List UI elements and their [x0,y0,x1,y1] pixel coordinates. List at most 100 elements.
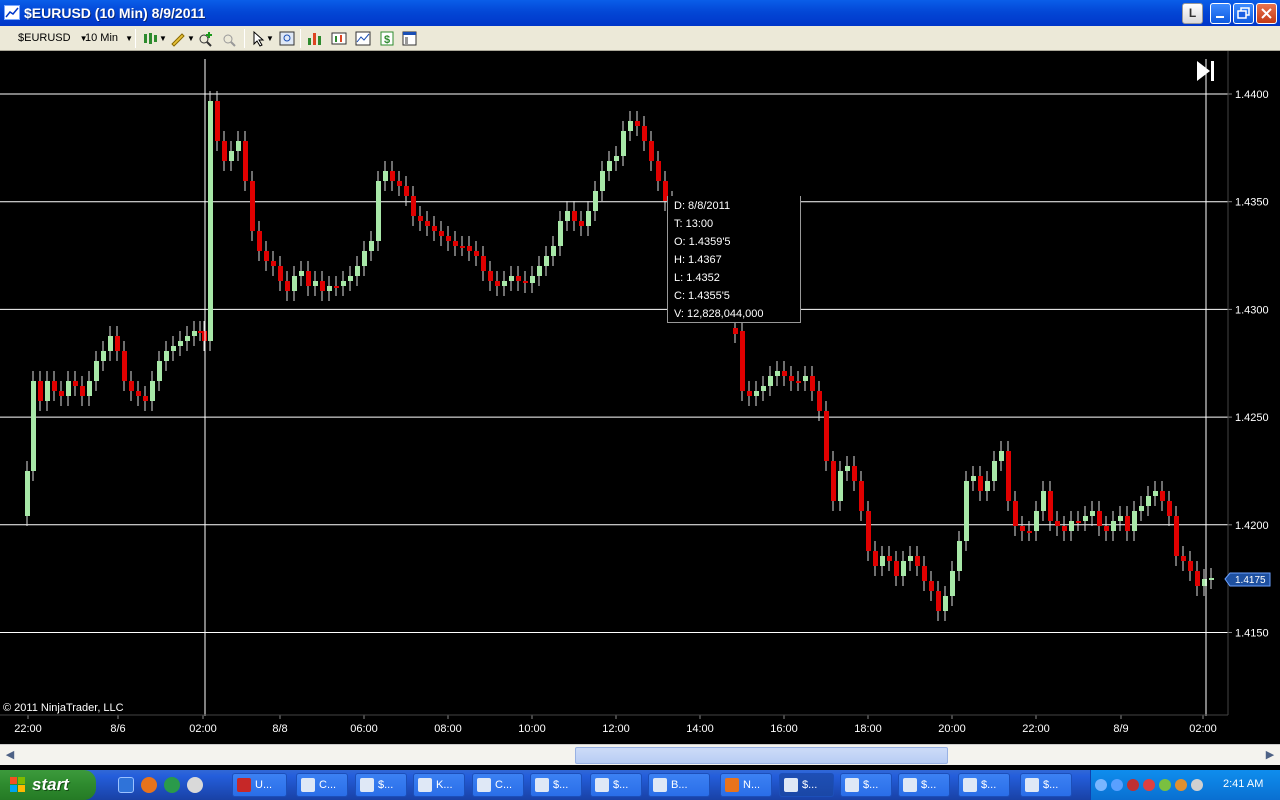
candle-body [1097,511,1102,526]
candle-body [362,251,367,266]
candle-body [999,451,1004,461]
horizontal-scrollbar[interactable]: ◀ ▶ [0,744,1280,765]
candle-body [600,171,605,191]
data-box-icon[interactable] [278,30,296,47]
candle-body [1111,521,1116,531]
antivirus-icon[interactable] [1127,779,1139,791]
taskbar-task-button[interactable]: $... [779,773,834,797]
taskbar-task-button[interactable]: $... [958,773,1010,797]
chart-icon [1025,778,1039,792]
interval-label: 10 Min [85,32,119,44]
candle-body [803,376,808,381]
window-titlebar[interactable]: $EURUSD (10 Min) 8/9/2011 L [0,0,1280,26]
scroll-right-button[interactable]: ▶ [1262,747,1278,763]
taskbar-task-button[interactable]: K... [413,773,465,797]
candle-body [439,231,444,236]
candlestick-chart-canvas[interactable]: 1.4400 1.4350 1.4300 1.4250 1.4200 1.4150 22:… [0,51,1280,744]
candle-body [1083,516,1088,521]
candle-body [264,251,269,261]
candle-body [635,121,640,126]
tooltip-high: H: 1.4367 [674,254,722,266]
firefox-tray-icon[interactable] [1175,779,1187,791]
windows-logo-icon [10,777,25,792]
scrollbar-thumb[interactable] [575,747,948,764]
bar-chart-icon[interactable] [306,30,324,47]
taskbar-task-label: N... [743,779,761,791]
time-label: 12:00 [602,723,630,735]
time-label: 8/6 [110,723,125,735]
interval-selector[interactable]: 10 Min ▼ [85,30,133,47]
candle-body [551,246,556,256]
chevron-down-icon[interactable]: ▼ [159,30,167,47]
taskbar-task-button[interactable]: C... [296,773,348,797]
candle-body [229,151,234,161]
time-label: 8/8 [272,723,287,735]
clock[interactable]: 2:41 AM [1223,778,1263,790]
wireless-icon[interactable] [1159,779,1171,791]
chevron-down-icon: ▼ [125,34,134,43]
price-label: 1.4300 [1235,304,1269,316]
taskbar-task-label: $... [921,779,937,791]
strategy-icon[interactable] [330,30,348,47]
zoom-out-icon[interactable] [221,30,239,47]
dollar-icon[interactable]: $ [378,30,396,47]
candle-body [845,466,850,471]
taskbar-task-button[interactable]: B... [648,773,710,797]
candle-body [355,266,360,276]
taskbar-task-button[interactable]: $... [898,773,950,797]
start-button[interactable]: start [0,770,96,800]
taskbar-task-button[interactable]: $... [530,773,582,797]
candle-body [1167,501,1172,516]
chart-style-icon[interactable] [141,30,159,47]
bluetooth-icon[interactable] [1111,779,1123,791]
taskbar-task-button[interactable]: N... [720,773,772,797]
minimize-button[interactable] [1210,3,1231,24]
indicator-icon[interactable] [354,30,372,47]
candle-body [1118,516,1123,521]
tooltip-date: D: 8/8/2011 [674,200,731,212]
taskbar-task-label: $... [613,779,629,791]
taskbar-task-button[interactable]: $... [1020,773,1072,797]
candle-body [122,351,127,381]
security-icon[interactable] [1143,779,1155,791]
candle-body [1069,521,1074,531]
zoom-in-icon[interactable] [197,30,215,47]
ie-icon[interactable] [118,777,134,793]
taskbar-task-button[interactable]: U... [232,773,287,797]
candle-body [383,171,388,181]
chrome-icon[interactable] [164,777,180,793]
chevron-down-icon[interactable]: ▼ [187,30,195,47]
tray-expand-icon[interactable] [1095,779,1107,791]
pencil-icon[interactable] [169,30,187,47]
candle-body [481,256,486,271]
candle-body [108,336,113,351]
volume-icon[interactable] [1191,779,1203,791]
candle-body [236,141,241,151]
candle-body [775,371,780,376]
media-player-icon[interactable] [187,777,203,793]
chart-icon [963,778,977,792]
time-label: 10:00 [518,723,546,735]
taskbar-task-button[interactable]: C... [472,773,524,797]
candle-body [278,266,283,281]
taskbar-task-button[interactable]: $... [590,773,642,797]
price-chart[interactable]: 1.4400 1.4350 1.4300 1.4250 1.4200 1.4150 22:… [0,51,1280,744]
taskbar-task-button[interactable]: $... [840,773,892,797]
chevron-down-icon[interactable]: ▼ [266,30,274,47]
firefox-icon[interactable] [141,777,157,793]
instrument-selector[interactable]: $EURUSD ▼ [18,30,88,47]
candle-body [782,371,787,376]
time-label: 08:00 [434,723,462,735]
taskbar-task-button[interactable]: $... [355,773,407,797]
candle-body [859,481,864,511]
taskbar-task-label: K... [436,779,453,791]
candle-body [38,381,43,401]
candle-body [474,251,479,256]
link-button[interactable]: L [1182,3,1203,24]
close-button[interactable] [1256,3,1277,24]
properties-icon[interactable] [401,30,419,47]
candle-body [810,376,815,391]
candlestick-series [25,91,1214,621]
restore-button[interactable] [1233,3,1254,24]
scroll-left-button[interactable]: ◀ [2,747,18,763]
